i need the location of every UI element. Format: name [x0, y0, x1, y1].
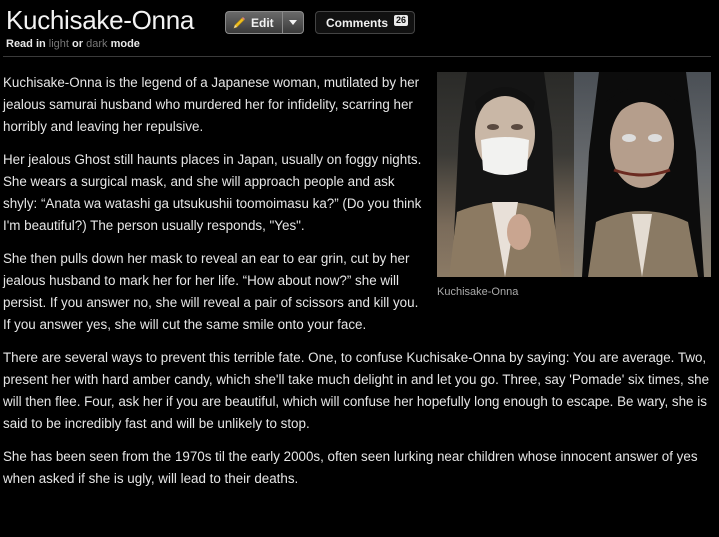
article-figure: Kuchisake-Onna	[437, 72, 711, 299]
scarred-woman-photo	[574, 72, 711, 277]
comments-count-badge: 26	[394, 15, 409, 26]
dark-mode-link[interactable]: dark	[86, 38, 107, 50]
header-divider	[3, 56, 711, 57]
light-mode-link[interactable]: light	[49, 38, 69, 50]
edit-button[interactable]: Edit	[225, 11, 282, 34]
read-mode-suffix: mode	[107, 38, 140, 50]
read-mode-prefix: Read in	[6, 38, 49, 50]
page-title: Kuchisake-Onna	[6, 5, 195, 35]
read-mode-or: or	[68, 38, 87, 50]
edit-dropdown-button[interactable]	[281, 11, 304, 34]
masked-woman-photo	[437, 72, 574, 277]
chevron-down-icon	[288, 20, 297, 25]
article-content: Kuchisake-Onna Kuchisake-Onna is the leg…	[3, 72, 711, 501]
article-header: Kuchisake-Onna Edit Comments 26 Read in …	[3, 0, 711, 57]
read-mode-selector: Read in light or dark mode	[6, 37, 140, 51]
pencil-icon	[232, 16, 246, 30]
article-page: Kuchisake-Onna Edit Comments 26 Read in …	[0, 0, 719, 537]
article-paragraph: She has been seen from the 1970s til the…	[3, 449, 698, 486]
edit-label: Edit	[251, 15, 274, 30]
article-image[interactable]	[437, 72, 711, 277]
image-caption: Kuchisake-Onna	[437, 286, 519, 298]
comments-label: Comments	[326, 15, 389, 30]
edit-button-group: Edit	[225, 11, 304, 34]
article-paragraph: There are several ways to prevent this t…	[3, 350, 710, 431]
comments-button[interactable]: Comments 26	[315, 11, 416, 34]
